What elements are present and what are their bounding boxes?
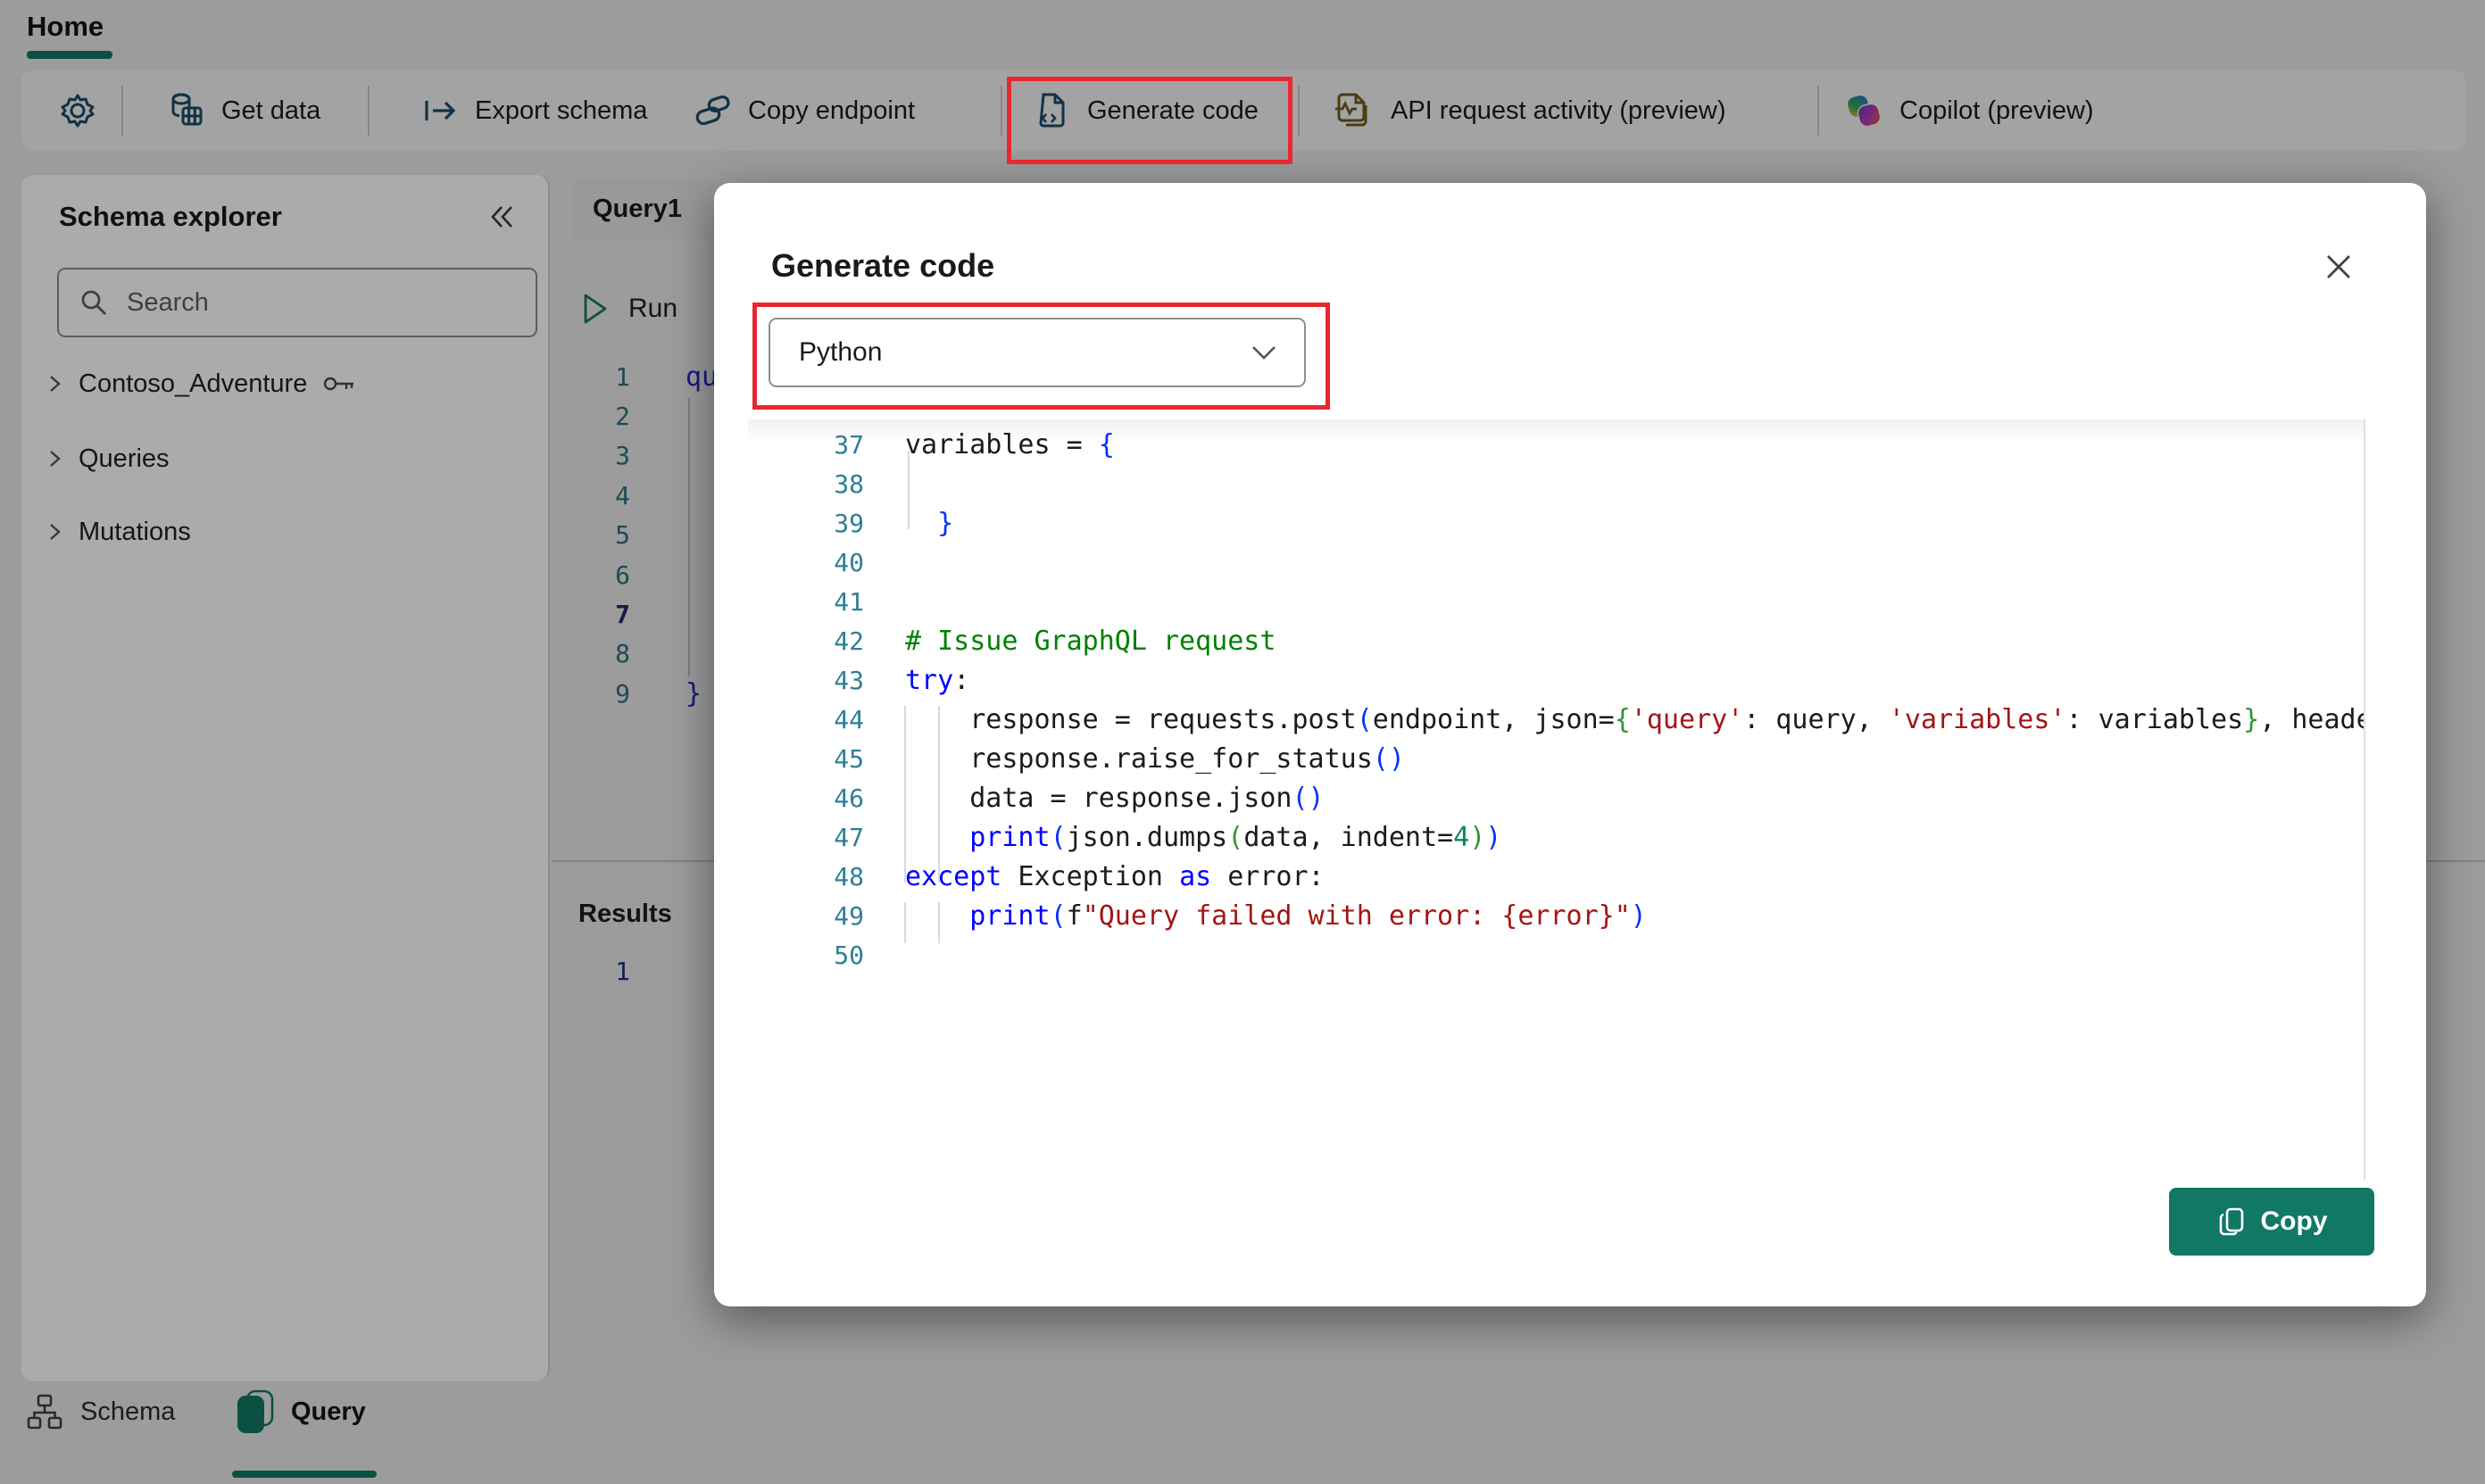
copy-button-label: Copy xyxy=(2261,1206,2328,1237)
code-line: 46 data = response.json() xyxy=(748,778,2364,817)
dialog-title: Generate code xyxy=(771,247,994,285)
code-line: 37variables = { xyxy=(748,425,2364,464)
chevron-down-icon xyxy=(1247,339,1281,366)
language-dropdown-value: Python xyxy=(799,337,882,368)
copy-icon xyxy=(2216,1206,2247,1238)
code-line: 38 xyxy=(748,464,2364,503)
code-line: 48except Exception as error: xyxy=(748,857,2364,896)
language-dropdown[interactable]: Python xyxy=(769,318,1306,387)
code-line: 42# Issue GraphQL request xyxy=(748,621,2364,660)
indent-guide xyxy=(908,451,910,529)
code-line: 39 } xyxy=(748,503,2364,543)
copy-button[interactable]: Copy xyxy=(2169,1188,2374,1256)
code-line: 40 xyxy=(748,543,2364,582)
dialog-code: 37variables = {3839 }404142# Issue Graph… xyxy=(748,419,2365,1180)
close-icon xyxy=(2321,249,2356,285)
code-line: 45 response.raise_for_status() xyxy=(748,739,2364,778)
indent-guide xyxy=(904,706,906,883)
code-line: 43try: xyxy=(748,660,2364,700)
app-window: Home Get data xyxy=(0,0,2485,1484)
code-line: 44 response = requests.post(endpoint, js… xyxy=(748,700,2364,739)
code-line: 41 xyxy=(748,582,2364,621)
code-line: 50 xyxy=(748,935,2364,974)
indent-guide xyxy=(938,902,940,943)
indent-guide xyxy=(938,706,940,883)
indent-guide xyxy=(904,902,906,943)
code-line: 49 print(f"Query failed with error: {err… xyxy=(748,896,2364,935)
close-button[interactable] xyxy=(2314,242,2364,292)
generate-code-dialog: Generate code Python 37variables = {3839… xyxy=(714,183,2426,1306)
code-line: 47 print(json.dumps(data, indent=4)) xyxy=(748,817,2364,857)
